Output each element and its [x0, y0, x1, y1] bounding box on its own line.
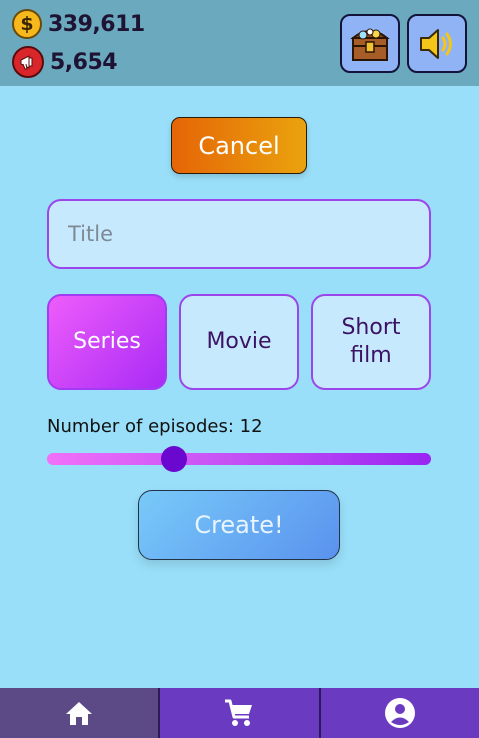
type-short-film-label: Short film	[341, 315, 401, 368]
top-bar: $ 339,611 5,654	[0, 0, 479, 86]
speaker-icon	[420, 28, 452, 59]
episodes-label: Number of episodes: 12	[47, 416, 263, 437]
cancel-button[interactable]: Cancel	[171, 117, 307, 174]
coin-balance: $ 339,611	[12, 9, 145, 39]
nav-account-button[interactable]	[318, 688, 479, 738]
nav-shop-button[interactable]	[158, 688, 319, 738]
type-short-film-button[interactable]: Short film	[311, 294, 431, 390]
type-series-label: Series	[73, 329, 141, 354]
account-icon	[384, 698, 415, 728]
treasure-chest-button[interactable]	[340, 14, 400, 73]
bottom-nav	[0, 688, 479, 738]
type-movie-label: Movie	[206, 329, 272, 354]
title-input[interactable]	[47, 199, 431, 269]
sound-button[interactable]	[407, 14, 467, 73]
promo-balance: 5,654	[12, 46, 118, 78]
megaphone-icon	[12, 46, 44, 78]
nav-home-button[interactable]	[0, 688, 159, 738]
cart-icon	[225, 699, 253, 726]
episodes-slider-thumb[interactable]	[160, 446, 187, 472]
coin-icon: $	[12, 9, 42, 39]
promo-count: 5,654	[50, 49, 118, 75]
home-icon	[66, 702, 93, 725]
episodes-slider[interactable]	[47, 446, 431, 472]
treasure-chest-icon	[350, 28, 390, 61]
type-series-button[interactable]: Series	[47, 294, 167, 390]
create-button[interactable]: Create!	[138, 490, 340, 560]
type-movie-button[interactable]: Movie	[179, 294, 299, 390]
coin-count: 339,611	[48, 11, 145, 37]
